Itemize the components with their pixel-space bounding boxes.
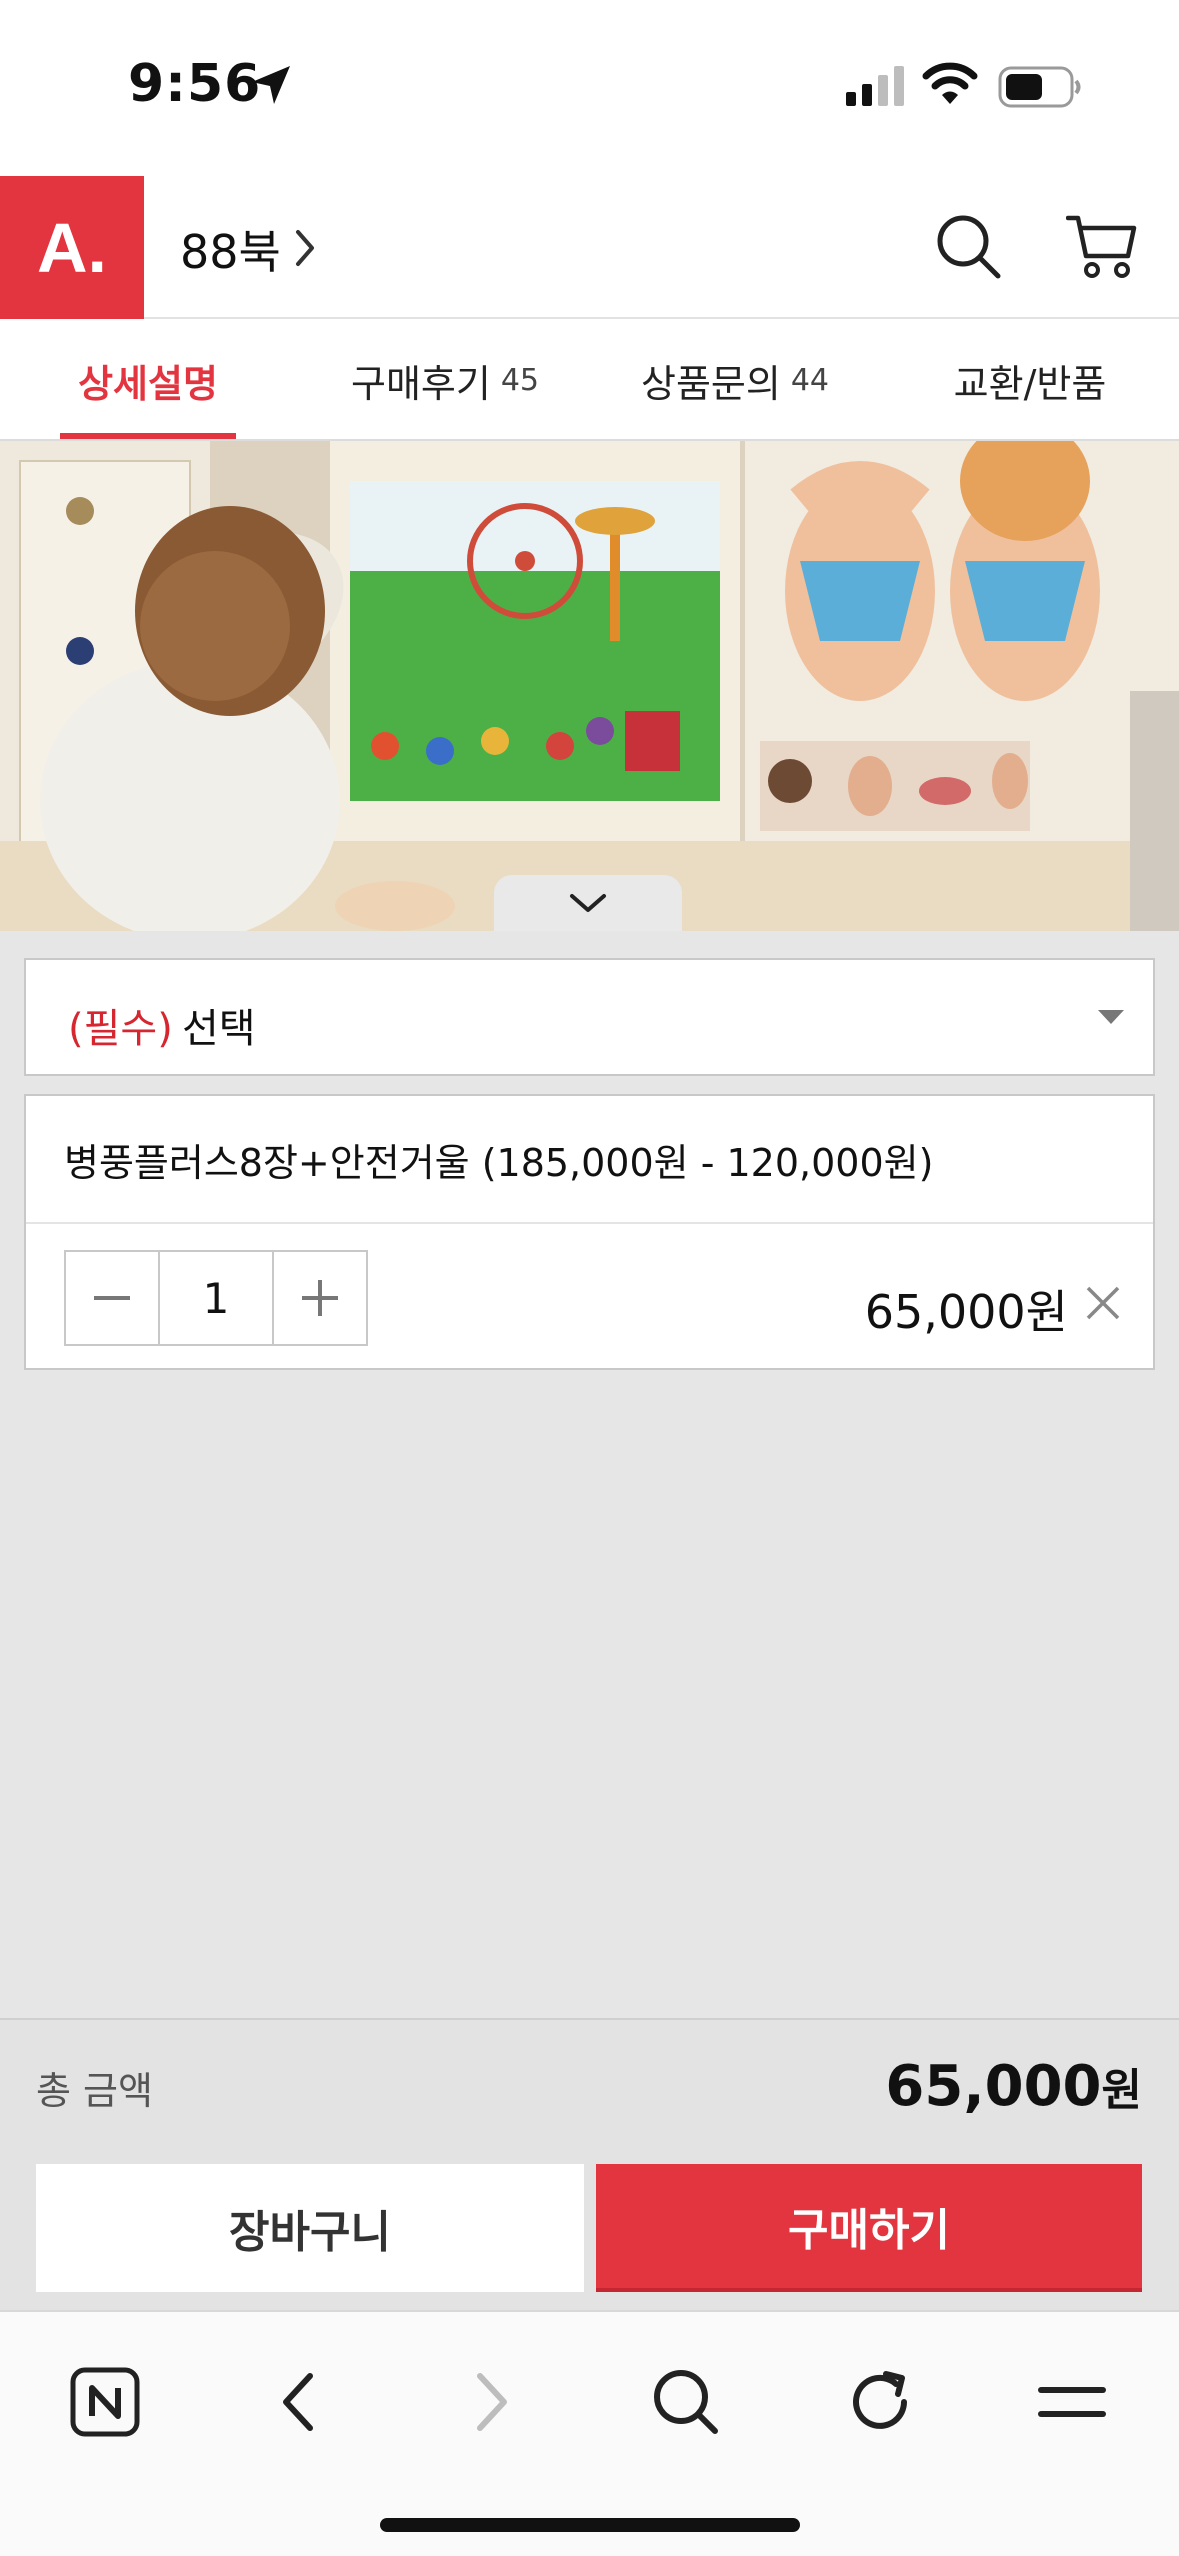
brand-logo[interactable]: A. [0, 176, 144, 319]
store-name-link[interactable]: 88북 [180, 216, 281, 282]
product-image [0, 441, 1179, 931]
menu-button[interactable] [1022, 2352, 1122, 2452]
naver-home-button[interactable] [55, 2352, 155, 2452]
app-header: A. 88북 [0, 176, 1179, 319]
active-tab-indicator [60, 433, 236, 439]
add-to-cart-button[interactable]: 장바구니 [36, 2164, 584, 2292]
browser-search-button[interactable] [636, 2352, 736, 2452]
refresh-button[interactable] [830, 2352, 930, 2452]
increase-quantity-button[interactable] [274, 1252, 366, 1344]
battery-icon [998, 66, 1081, 108]
total-value: 65,000 [885, 2054, 1102, 2119]
wifi-icon [922, 62, 978, 104]
required-label: (필수) [68, 1006, 173, 1052]
product-photo [0, 441, 1179, 931]
chevron-right-icon[interactable] [294, 228, 318, 268]
total-unit: 원 [1101, 2065, 1142, 2116]
selected-option-card: 병풍플러스8장+안전거울 (185,000원 - 120,000원) 1 65,… [24, 1094, 1155, 1370]
divider [26, 1222, 1153, 1224]
tab-count: 44 [790, 362, 830, 398]
tab-label: 상품문의 [640, 361, 781, 406]
chevron-down-icon [570, 894, 606, 912]
tab-label: 상세설명 [78, 361, 218, 406]
option-price: 65,000원 [864, 1285, 1068, 1339]
minus-icon [94, 1296, 130, 1300]
search-icon [654, 2370, 718, 2434]
tab-reviews[interactable]: 구매후기 45 [300, 321, 590, 439]
order-summary-bar: 총 금액 65,000원 장바구니 구매하기 [0, 2018, 1179, 2310]
tab-inquiries[interactable]: 상품문의 44 [590, 321, 880, 439]
option-select[interactable]: (필수) 선택 [24, 958, 1155, 1076]
expand-options-toggle[interactable] [494, 875, 682, 931]
status-time: 9:56 [128, 54, 262, 114]
buy-now-button[interactable]: 구매하기 [596, 2164, 1142, 2292]
product-tabs: 상세설명 구매후기 45 상품문의 44 교환/반품 [0, 321, 1179, 441]
naver-home-icon [70, 2367, 140, 2437]
select-placeholder: 선택 [182, 1006, 256, 1052]
refresh-icon [853, 2371, 907, 2429]
plus-icon [302, 1280, 338, 1316]
total-label: 총 금액 [36, 2069, 153, 2113]
back-button[interactable] [248, 2352, 348, 2452]
tab-count: 45 [500, 362, 540, 398]
remove-option-icon[interactable] [1084, 1284, 1122, 1322]
tab-label: 구매후기 [350, 361, 491, 406]
forward-icon [477, 2373, 507, 2431]
tab-details[interactable]: 상세설명 [30, 321, 266, 439]
tab-exchange-return[interactable]: 교환/반품 [900, 321, 1160, 439]
decrease-quantity-button[interactable] [66, 1252, 158, 1344]
cart-icon[interactable] [1066, 212, 1140, 282]
location-arrow-icon [252, 66, 290, 104]
back-icon [283, 2373, 313, 2431]
total-amount: 65,000원 [760, 2054, 1142, 2119]
quantity-stepper: 1 [64, 1250, 368, 1346]
tab-label: 교환/반품 [953, 361, 1107, 406]
cellular-signal-icon [846, 66, 904, 106]
browser-toolbar [0, 2310, 1179, 2556]
status-bar: 9:56 [0, 0, 1179, 176]
menu-icon [1038, 2387, 1106, 2417]
home-indicator [380, 2518, 800, 2532]
quantity-input[interactable]: 1 [158, 1252, 274, 1344]
search-icon[interactable] [934, 212, 1004, 282]
option-name: 병풍플러스8장+안전거울 (185,000원 - 120,000원) [64, 1141, 934, 1185]
dropdown-caret-icon [1098, 1010, 1124, 1024]
forward-button[interactable] [442, 2352, 542, 2452]
